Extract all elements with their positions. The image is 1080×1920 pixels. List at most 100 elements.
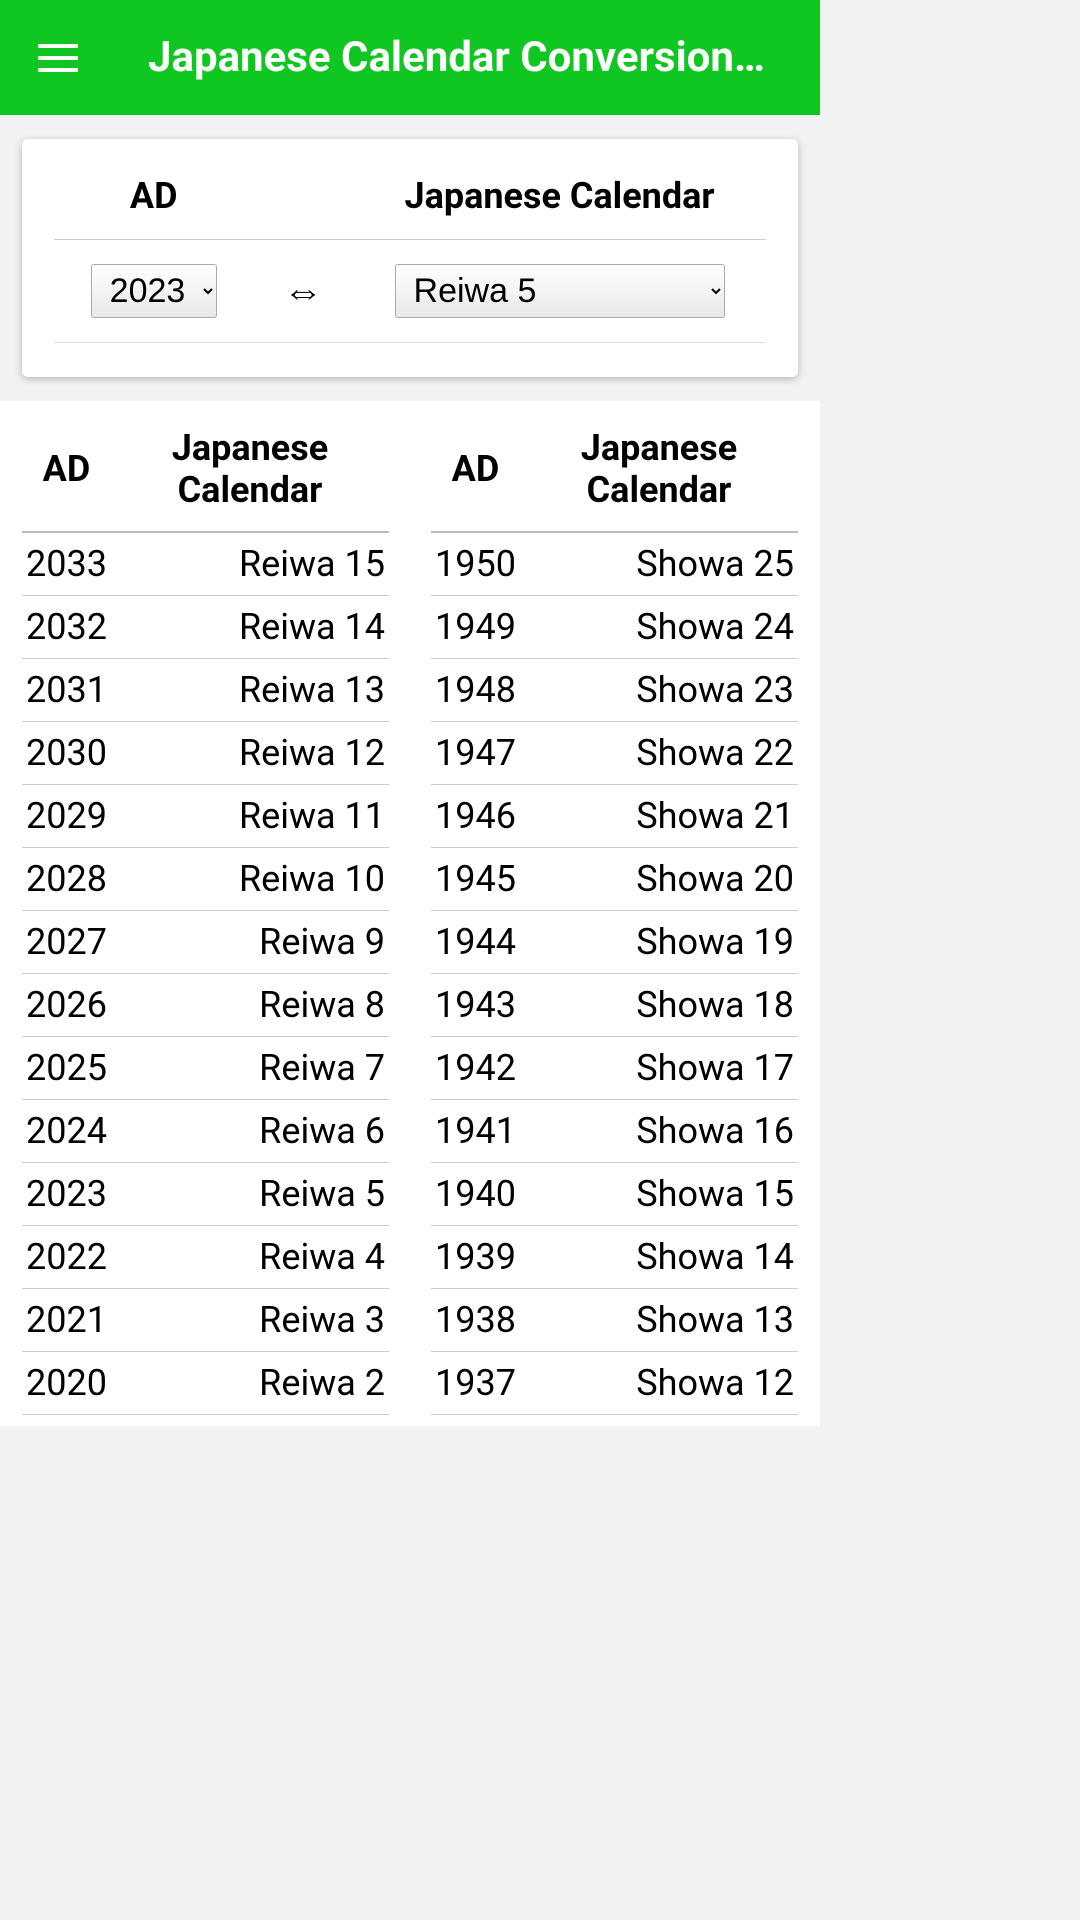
jc-cell: Showa 15 (520, 1163, 798, 1226)
left-jc-header: Japanese Calendar (111, 415, 389, 532)
table-row: 2027Reiwa 9 (22, 911, 389, 974)
ad-cell: 1938 (431, 1289, 520, 1352)
jc-cell: Showa 22 (520, 722, 798, 785)
table-row: 2029Reiwa 11 (22, 785, 389, 848)
ad-cell: 1948 (431, 659, 520, 722)
ad-cell: 1942 (431, 1037, 520, 1100)
jc-cell: Showa 14 (520, 1226, 798, 1289)
table-row: 1938Showa 13 (431, 1289, 798, 1352)
jc-cell: Reiwa 5 (111, 1163, 389, 1226)
ad-cell: 2032 (22, 596, 111, 659)
ad-cell: 1943 (431, 974, 520, 1037)
jc-cell: Reiwa 9 (111, 911, 389, 974)
table-row: 2032Reiwa 14 (22, 596, 389, 659)
page-title: Japanese Calendar Conversion… (148, 33, 765, 82)
swap-icon[interactable]: ⇔ (283, 268, 323, 315)
ad-cell: 2020 (22, 1352, 111, 1415)
ad-cell: 2030 (22, 722, 111, 785)
jc-cell: Showa 24 (520, 596, 798, 659)
table-row: 1942Showa 17 (431, 1037, 798, 1100)
table-row: 2025Reiwa 7 (22, 1037, 389, 1100)
ad-cell: 2024 (22, 1100, 111, 1163)
table-row: 1945Showa 20 (431, 848, 798, 911)
ad-cell: 2033 (22, 532, 111, 596)
ad-cell: 2022 (22, 1226, 111, 1289)
ad-cell: 1939 (431, 1226, 520, 1289)
jc-cell: Reiwa 4 (111, 1226, 389, 1289)
ad-cell: 1937 (431, 1352, 520, 1415)
table-row: 1944Showa 19 (431, 911, 798, 974)
table-row: 2023Reiwa 5 (22, 1163, 389, 1226)
jc-cell: Reiwa 14 (111, 596, 389, 659)
ad-year-select[interactable]: 2023 (91, 264, 217, 318)
table-row: 1949Showa 24 (431, 596, 798, 659)
table-row: 1936Showa 11 (431, 1415, 798, 1427)
table-row: 2028Reiwa 10 (22, 848, 389, 911)
jc-cell: Reiwa 13 (111, 659, 389, 722)
jc-cell: Showa 12 (520, 1352, 798, 1415)
table-row: 1939Showa 14 (431, 1226, 798, 1289)
converter-card: AD Japanese Calendar 2023 ⇔ Reiwa 5 (22, 139, 798, 377)
jc-cell: Reiwa 8 (111, 974, 389, 1037)
jc-cell: Showa 18 (520, 974, 798, 1037)
ad-cell: 1946 (431, 785, 520, 848)
jc-cell: Reiwa 7 (111, 1037, 389, 1100)
ad-cell: 2021 (22, 1289, 111, 1352)
jc-cell: Showa 19 (520, 911, 798, 974)
jc-cell: Showa 20 (520, 848, 798, 911)
ad-cell: 2027 (22, 911, 111, 974)
jc-cell: Showa 23 (520, 659, 798, 722)
card-ad-header: AD (54, 161, 253, 240)
table-row: 2020Reiwa 2 (22, 1352, 389, 1415)
table-row: 2021Reiwa 3 (22, 1289, 389, 1352)
table-row: 2024Reiwa 6 (22, 1100, 389, 1163)
ad-cell: 1945 (431, 848, 520, 911)
hamburger-icon[interactable] (38, 38, 78, 78)
jc-cell: Showa 25 (520, 532, 798, 596)
table-row: 1941Showa 16 (431, 1100, 798, 1163)
table-row: 1940Showa 15 (431, 1163, 798, 1226)
ad-cell: 2028 (22, 848, 111, 911)
table-row: 2026Reiwa 8 (22, 974, 389, 1037)
jc-cell: Showa 16 (520, 1100, 798, 1163)
ad-cell: 1949 (431, 596, 520, 659)
jc-cell: Reiwa 10 (111, 848, 389, 911)
ad-cell: 1944 (431, 911, 520, 974)
jc-cell: Showa 11 (520, 1415, 798, 1427)
jc-cell: Reiwa 6 (111, 1100, 389, 1163)
right-jc-header: Japanese Calendar (520, 415, 798, 532)
ad-cell: 1940 (431, 1163, 520, 1226)
table-row: 1948Showa 23 (431, 659, 798, 722)
table-row: 2031Reiwa 13 (22, 659, 389, 722)
ad-cell: 2031 (22, 659, 111, 722)
left-year-table: AD Japanese Calendar 2033Reiwa 152032Rei… (22, 415, 389, 1426)
table-row: 2019Heisei 31/ Reiwa 1 (22, 1415, 389, 1427)
right-year-table: AD Japanese Calendar 1950Showa 251949Sho… (431, 415, 798, 1426)
ad-cell: 2029 (22, 785, 111, 848)
jc-cell: Showa 21 (520, 785, 798, 848)
jc-cell: Reiwa 12 (111, 722, 389, 785)
ad-cell: 1936 (431, 1415, 520, 1427)
table-row: 1937Showa 12 (431, 1352, 798, 1415)
card-jc-header: Japanese Calendar (353, 161, 766, 240)
table-row: 1946Showa 21 (431, 785, 798, 848)
jc-cell: Reiwa 15 (111, 532, 389, 596)
conversion-tables: AD Japanese Calendar 2033Reiwa 152032Rei… (0, 401, 820, 1426)
ad-cell: 1941 (431, 1100, 520, 1163)
ad-cell: 1950 (431, 532, 520, 596)
ad-cell: 2026 (22, 974, 111, 1037)
japanese-year-select[interactable]: Reiwa 5 (395, 264, 725, 318)
jc-cell: Reiwa 3 (111, 1289, 389, 1352)
right-ad-header: AD (431, 415, 520, 532)
jc-cell: Showa 13 (520, 1289, 798, 1352)
appbar: Japanese Calendar Conversion… (0, 0, 820, 115)
ad-cell: 2025 (22, 1037, 111, 1100)
ad-cell: 1947 (431, 722, 520, 785)
table-row: 1943Showa 18 (431, 974, 798, 1037)
ad-cell: 2023 (22, 1163, 111, 1226)
ad-cell: 2019 (22, 1415, 111, 1427)
jc-cell: Heisei 31/ Reiwa 1 (111, 1415, 389, 1427)
left-ad-header: AD (22, 415, 111, 532)
table-row: 1950Showa 25 (431, 532, 798, 596)
table-row: 2022Reiwa 4 (22, 1226, 389, 1289)
